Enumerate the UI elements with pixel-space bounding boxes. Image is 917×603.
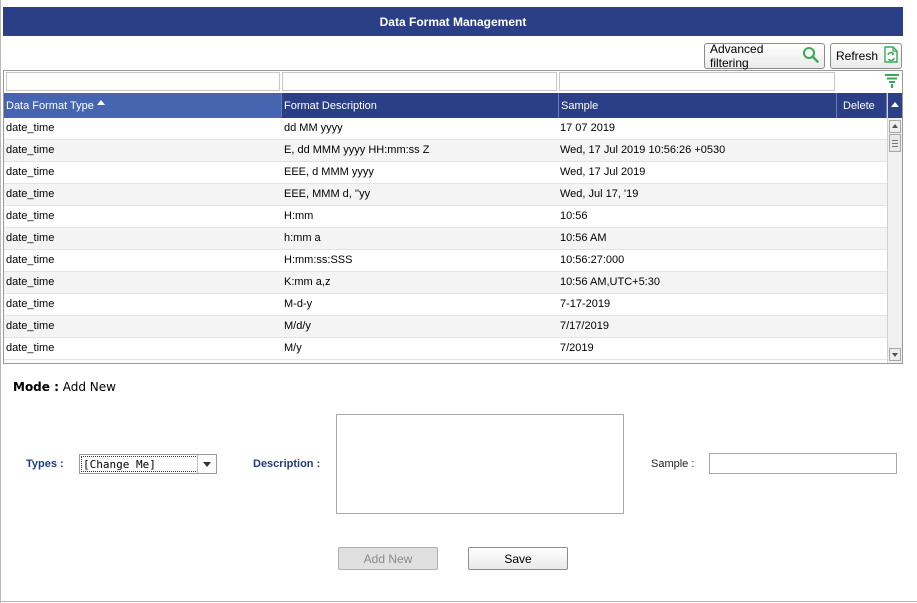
cell-sample: 7/17/2019 — [560, 320, 609, 332]
cell-sample: 7-17-2019 — [560, 298, 611, 310]
filter-row — [4, 71, 902, 93]
description-textarea[interactable] — [336, 414, 624, 514]
table-row[interactable]: date_time E, dd MMM yyyy HH:mm:ss Z Wed, 1… — [4, 140, 887, 162]
grid-header-row: Data Format Type Format Description Samp… — [4, 93, 902, 118]
advanced-filtering-button[interactable]: Advanced filtering — [704, 42, 825, 70]
mode-value: Add New — [62, 380, 116, 394]
sort-ascending-icon — [96, 100, 105, 105]
scroll-up-button[interactable] — [889, 120, 901, 133]
save-button[interactable]: Save — [468, 547, 568, 570]
types-select[interactable]: [Change Me] — [79, 454, 217, 474]
filter-input-sample[interactable] — [559, 72, 835, 91]
advanced-filtering-label: Advanced filtering — [710, 42, 764, 70]
grid-vertical-scrollbar[interactable] — [887, 93, 902, 363]
table-row[interactable]: date_time EEE, d MMM yyyy Wed, 17 Jul 2019 — [4, 162, 887, 184]
cell-sample: 10:56:27:000 — [560, 254, 625, 266]
cell-type: date_time — [6, 276, 55, 288]
table-row[interactable]: date_time EEE, MMM d, ''yy Wed, Jul 17, '1… — [4, 184, 887, 206]
data-format-grid: Data Format Type Format Description Samp… — [3, 70, 903, 364]
cell-description: H:mm:ss:SSS — [284, 254, 353, 266]
column-header-format-description[interactable]: Format Description — [282, 93, 559, 118]
cell-sample: 10:56 AM — [560, 232, 607, 244]
column-header-label: Data Format Type — [6, 99, 94, 112]
table-row[interactable]: date_time K:mm a,z 10:56 AM,UTC+5:30 — [4, 272, 887, 294]
page-title: Data Format Management — [379, 14, 527, 29]
table-row[interactable]: date_time H:mm 10:56 — [4, 206, 887, 228]
cell-type: date_time — [6, 298, 55, 310]
cell-description: h:mm a — [284, 232, 321, 244]
cell-description: dd MM yyyy — [284, 122, 343, 134]
cell-type: date_time — [6, 254, 55, 266]
cell-type: date_time — [6, 122, 55, 134]
column-header-label: Delete — [843, 99, 875, 112]
cell-sample: 10:56 — [560, 210, 588, 222]
cell-description: EEE, MMM d, ''yy — [284, 188, 371, 200]
cell-sample: Wed, 17 Jul 2019 10:56:26 +0530 — [560, 144, 726, 156]
table-row[interactable]: date_time dd MM yyyy 17 07 2019 — [4, 118, 887, 140]
cell-sample: Wed, Jul 17, '19 — [560, 188, 639, 200]
mode-label: Mode : — [13, 380, 59, 394]
window-border-bottom — [0, 601, 917, 602]
cell-type: date_time — [6, 210, 55, 222]
cell-sample: Wed, 17 Jul 2019 — [560, 166, 646, 178]
scroll-thumb[interactable] — [889, 134, 901, 152]
cell-description: EEE, d MMM yyyy — [284, 166, 374, 178]
refresh-label: Refresh — [836, 49, 879, 63]
refresh-button[interactable]: Refresh — [830, 43, 902, 69]
types-selected-value: [Change Me] — [81, 456, 198, 472]
column-header-sample[interactable]: Sample — [559, 93, 837, 118]
cell-description: E, dd MMM yyyy HH:mm:ss Z — [284, 144, 430, 156]
header-scroll-up-icon[interactable] — [888, 93, 902, 118]
table-row[interactable]: date_time M/y 7/2019 — [4, 338, 887, 360]
description-label: Description : — [253, 458, 321, 470]
chevron-down-icon[interactable] — [197, 455, 216, 473]
cell-type: date_time — [6, 232, 55, 244]
cell-description: H:mm — [284, 210, 314, 222]
cell-type: date_time — [6, 166, 55, 178]
cell-description: M/d/y — [284, 320, 311, 332]
grid-body: date_time dd MM yyyy 17 07 2019 date_time E… — [4, 118, 887, 363]
column-header-delete[interactable]: Delete — [837, 93, 887, 118]
filter-clear-icon[interactable] — [884, 73, 900, 89]
cell-description: M/y — [284, 342, 302, 354]
types-label: Types : — [26, 458, 64, 470]
page-title-bar: Data Format Management — [3, 7, 903, 36]
table-row[interactable]: date_time M-d-y 7-17-2019 — [4, 294, 887, 316]
table-row[interactable]: date_time H:mm:ss:SSS 10:56:27:000 — [4, 250, 887, 272]
column-header-data-format-type[interactable]: Data Format Type — [4, 93, 282, 118]
cell-type: date_time — [6, 342, 55, 354]
scroll-down-button[interactable] — [889, 348, 901, 361]
sample-input[interactable] — [709, 453, 897, 474]
cell-sample: 17 07 2019 — [560, 122, 616, 134]
window-border-left — [0, 0, 1, 603]
column-header-label: Format Description — [284, 99, 377, 112]
table-row[interactable]: date_time M/d/y 7/17/2019 — [4, 316, 887, 338]
cell-type: date_time — [6, 320, 55, 332]
filter-input-description[interactable] — [282, 72, 557, 91]
cell-sample: 7/2019 — [560, 342, 594, 354]
column-header-label: Sample — [561, 99, 599, 112]
add-new-button[interactable]: Add New — [338, 547, 438, 570]
filter-input-type[interactable] — [6, 72, 280, 91]
search-icon — [802, 46, 819, 66]
mode-indicator: Mode : Add New — [13, 380, 116, 394]
cell-type: date_time — [6, 144, 55, 156]
cell-description: K:mm a,z — [284, 276, 331, 288]
sample-label: Sample : — [651, 458, 695, 470]
cell-type: date_time — [6, 188, 55, 200]
cell-sample: 10:56 AM,UTC+5:30 — [560, 276, 660, 288]
refresh-icon — [883, 46, 899, 66]
cell-description: M-d-y — [284, 298, 313, 310]
table-row[interactable]: date_time h:mm a 10:56 AM — [4, 228, 887, 250]
